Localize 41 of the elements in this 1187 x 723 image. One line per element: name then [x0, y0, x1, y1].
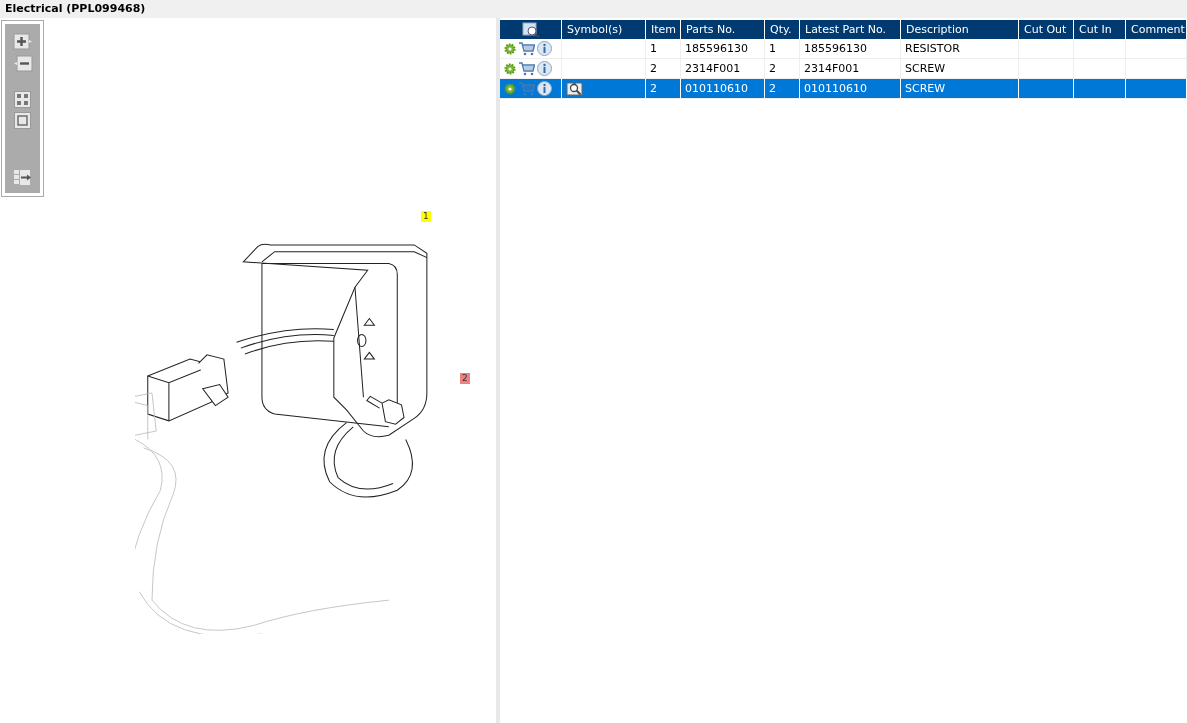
export-icon[interactable] [12, 169, 33, 186]
cart-icon[interactable] [518, 61, 535, 76]
table-cell: 1 [764, 39, 800, 59]
zoom-in-icon[interactable] [12, 33, 33, 51]
info-icon[interactable] [537, 81, 552, 96]
column-header[interactable]: Symbol(s) [561, 20, 646, 39]
zoom-out-icon[interactable] [12, 55, 33, 73]
magnifier-icon [521, 21, 540, 38]
column-header[interactable]: Latest Part No. [799, 20, 901, 39]
table-cell: SCREW [900, 58, 1019, 79]
table-cell: 2 [764, 58, 800, 79]
column-header[interactable]: Parts No. [680, 20, 765, 39]
table-cell: 2314F001 [680, 58, 765, 79]
window-title: Electrical (PPL099468) [0, 0, 1187, 18]
column-header[interactable]: Description [900, 20, 1019, 39]
table-row[interactable]: 2 010110610 2 010110610 SCREW [500, 78, 1187, 99]
column-header[interactable]: Item [645, 20, 681, 39]
table-cell: 1 [645, 39, 681, 59]
grid-icon[interactable] [14, 91, 31, 108]
column-header[interactable]: Cut In [1073, 20, 1126, 39]
table-cell: 185596130 [799, 39, 901, 59]
column-header[interactable]: Cut Out [1018, 20, 1074, 39]
square-icon[interactable] [14, 112, 31, 129]
table-row[interactable]: 1 185596130 1 185596130 RESISTOR [500, 39, 1187, 59]
column-header[interactable]: Comment [1125, 20, 1187, 39]
gear-icon[interactable] [504, 82, 516, 95]
info-icon[interactable] [537, 41, 552, 56]
table-cell: 2 [645, 58, 681, 79]
table-cell: RESISTOR [900, 39, 1019, 59]
table-cell: 2314F001 [799, 58, 901, 79]
cart-icon[interactable] [518, 41, 535, 56]
gear-icon[interactable] [504, 42, 516, 55]
table-row[interactable]: 2 2314F001 2 2314F001 SCREW [500, 58, 1187, 79]
search-column-header[interactable] [500, 20, 562, 39]
callout-label: 2 [460, 373, 470, 384]
book-magnifier-icon[interactable] [566, 81, 583, 96]
column-header[interactable]: Qty. [764, 20, 800, 39]
table-cell: 185596130 [680, 39, 765, 59]
callout-label: 1 [421, 211, 431, 222]
gear-icon[interactable] [504, 62, 516, 75]
info-icon[interactable] [537, 61, 552, 76]
